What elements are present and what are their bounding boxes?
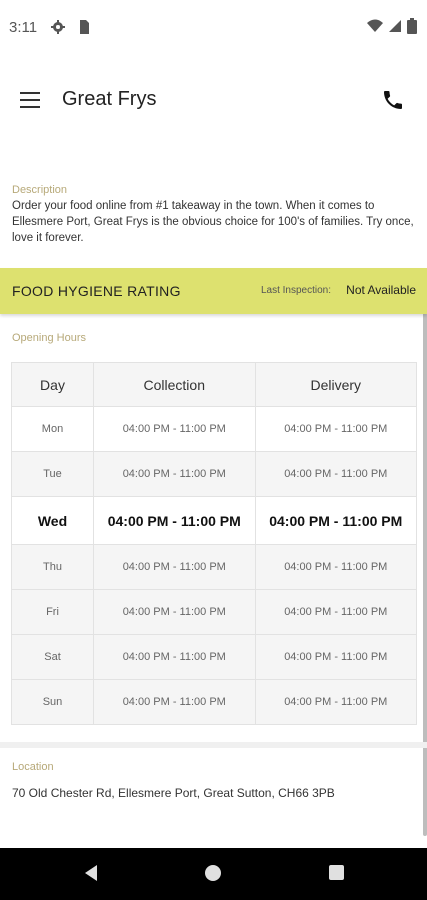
table-header-row: Day Collection Delivery <box>11 362 417 407</box>
day-cell: Thu <box>11 544 94 590</box>
day-cell: Fri <box>11 589 94 635</box>
location-label: Location <box>12 761 54 773</box>
battery-icon <box>407 18 417 34</box>
status-time: 3:11 <box>9 19 38 36</box>
table-row: Sat 04:00 PM - 11:00 PM 04:00 PM - 11:00… <box>11 634 417 680</box>
table-row: Mon 04:00 PM - 11:00 PM 04:00 PM - 11:00… <box>11 406 417 452</box>
day-cell: Sun <box>11 679 94 725</box>
recent-apps-icon[interactable] <box>329 865 344 880</box>
description-text: Order your food online from #1 takeaway … <box>12 200 414 244</box>
back-icon[interactable] <box>82 864 100 882</box>
description-label: Description <box>12 184 68 196</box>
table-row: Sun 04:00 PM - 11:00 PM 04:00 PM - 11:00… <box>11 679 417 725</box>
section-divider <box>0 742 427 748</box>
collection-hours-cell: 04:00 PM - 11:00 PM <box>93 496 256 545</box>
delivery-hours-cell: 04:00 PM - 11:00 PM <box>254 496 417 545</box>
day-cell: Mon <box>11 406 94 452</box>
signal-icon <box>389 20 401 32</box>
description-section: Description Order your food online from … <box>12 184 415 246</box>
page-title: Great Frys <box>62 88 157 110</box>
header-day: Day <box>11 362 94 407</box>
location-address: 70 Old Chester Rd, Ellesmere Port, Great… <box>12 786 335 800</box>
home-icon[interactable] <box>205 865 221 881</box>
table-row: Tue 04:00 PM - 11:00 PM 04:00 PM - 11:00… <box>11 451 417 497</box>
table-row: Fri 04:00 PM - 11:00 PM 04:00 PM - 11:00… <box>11 589 417 635</box>
opening-hours-label: Opening Hours <box>12 332 86 344</box>
delivery-hours-cell: 04:00 PM - 11:00 PM <box>254 634 417 680</box>
status-icons <box>367 18 417 34</box>
table-row: Thu 04:00 PM - 11:00 PM 04:00 PM - 11:00… <box>11 544 417 590</box>
delivery-hours-cell: 04:00 PM - 11:00 PM <box>254 451 417 497</box>
day-cell: Wed <box>11 496 94 545</box>
collection-hours-cell: 04:00 PM - 11:00 PM <box>93 451 256 497</box>
delivery-hours-cell: 04:00 PM - 11:00 PM <box>254 589 417 635</box>
settings-gear-icon <box>51 20 65 34</box>
system-nav-bar <box>0 848 427 900</box>
day-cell: Tue <box>11 451 94 497</box>
delivery-hours-cell: 04:00 PM - 11:00 PM <box>254 679 417 725</box>
scrollbar[interactable] <box>423 276 427 836</box>
last-inspection-label: Last Inspection: <box>260 285 331 296</box>
collection-hours-cell: 04:00 PM - 11:00 PM <box>93 679 256 725</box>
status-bar: 3:11 <box>0 0 427 56</box>
header-delivery: Delivery <box>254 362 417 407</box>
collection-hours-cell: 04:00 PM - 11:00 PM <box>93 634 256 680</box>
hygiene-rating-value: Not Available <box>346 283 416 297</box>
phone-call-icon[interactable] <box>381 88 405 112</box>
sim-card-icon <box>80 20 89 34</box>
table-row-today: Wed 04:00 PM - 11:00 PM 04:00 PM - 11:00… <box>11 496 417 545</box>
food-hygiene-rating-bar: FOOD HYGIENE RATING Last Inspection: Not… <box>0 268 427 314</box>
day-cell: Sat <box>11 634 94 680</box>
collection-hours-cell: 04:00 PM - 11:00 PM <box>93 544 256 590</box>
delivery-hours-cell: 04:00 PM - 11:00 PM <box>254 544 417 590</box>
hygiene-title: FOOD HYGIENE RATING <box>12 283 181 299</box>
content-area[interactable]: Description Order your food online from … <box>0 146 427 848</box>
collection-hours-cell: 04:00 PM - 11:00 PM <box>93 406 256 452</box>
collection-hours-cell: 04:00 PM - 11:00 PM <box>93 589 256 635</box>
header-collection: Collection <box>93 362 256 407</box>
opening-hours-table: Day Collection Delivery Mon 04:00 PM - 1… <box>11 362 417 725</box>
hamburger-menu-icon[interactable] <box>20 92 42 110</box>
app-bar: Great Frys <box>0 56 427 146</box>
delivery-hours-cell: 04:00 PM - 11:00 PM <box>254 406 417 452</box>
wifi-icon <box>367 19 383 32</box>
